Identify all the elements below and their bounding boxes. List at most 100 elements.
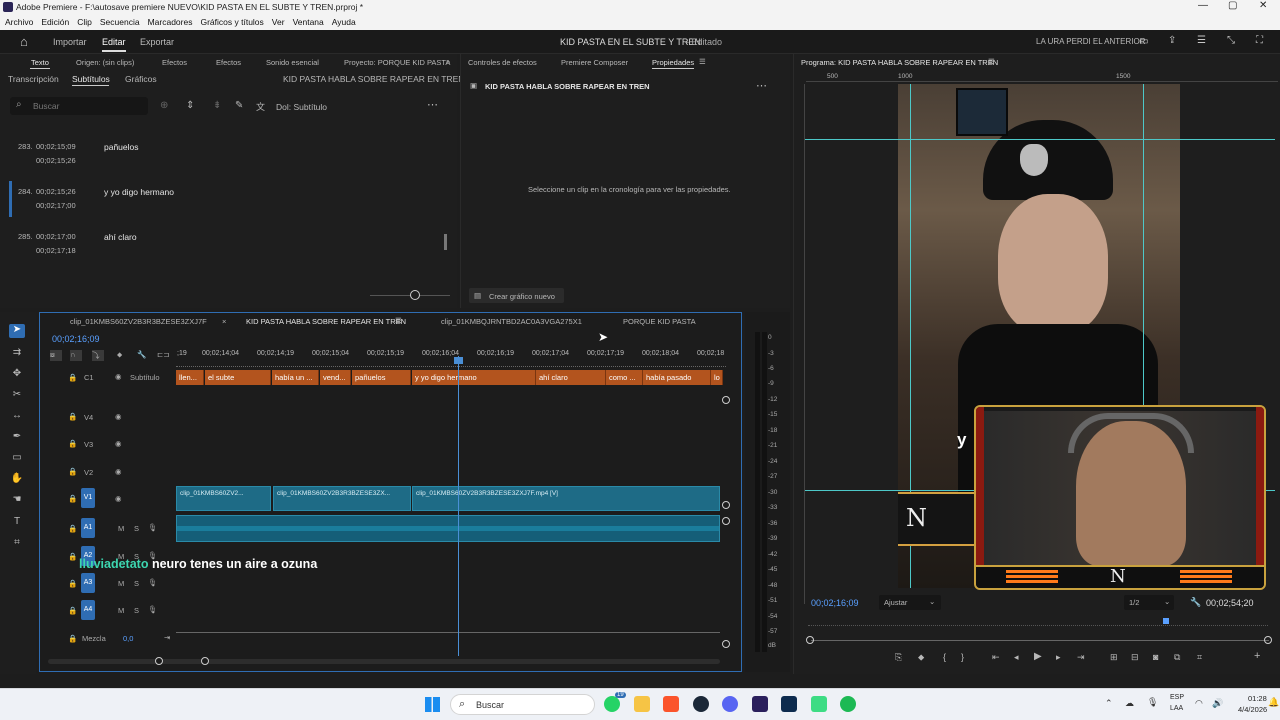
minimize-icon[interactable]: — <box>1198 0 1208 11</box>
lock-icon[interactable]: 🔒 <box>68 634 77 643</box>
caption-list-item[interactable]: 285. 00;02;17;00 00;02;17;18 ahí claro <box>0 226 440 262</box>
workspace-label[interactable]: LA URA PERDI EL ANTERIOR <box>1036 37 1146 46</box>
fullscreen-icon[interactable]: ⛶ <box>1256 35 1263 46</box>
split-caption-icon[interactable]: ⇕ <box>186 100 194 111</box>
close-icon[interactable]: ✕ <box>1259 0 1267 11</box>
horizontal-scrollbar[interactable] <box>48 659 720 664</box>
panel-icon[interactable]: ▭ <box>1139 36 1148 47</box>
microphone-icon[interactable]: 🎙 <box>148 578 158 587</box>
clock-time[interactable]: 01:28 <box>1248 694 1267 703</box>
program-menu-icon[interactable]: ☰ <box>988 57 995 66</box>
timeline-timecode[interactable]: 00;02;16;09 <box>52 334 100 344</box>
caption-text[interactable]: pañuelos <box>104 142 139 152</box>
caption-text[interactable]: ahí claro <box>104 232 137 242</box>
program-timecode[interactable]: 00;02;16;09 <box>811 598 859 608</box>
caption-list-item-selected[interactable]: 284. 00;02;15;26 00;02;17;00 y yo digo h… <box>0 181 440 217</box>
program-scrub-bar[interactable] <box>811 640 1269 641</box>
playhead[interactable] <box>458 356 459 656</box>
hand-icon[interactable]: ✋ <box>9 473 25 487</box>
eye-icon[interactable]: ◉ <box>115 372 122 381</box>
discord-icon[interactable] <box>722 696 738 712</box>
lock-icon[interactable]: 🔒 <box>68 412 77 421</box>
tray-chevron-icon[interactable]: ⌃ <box>1105 698 1113 709</box>
compare-icon[interactable]: ⧉ <box>1174 652 1180 663</box>
zoom-slider-handle[interactable] <box>410 290 420 300</box>
lock-icon[interactable]: 🔒 <box>68 467 77 476</box>
type-icon[interactable]: T <box>9 516 25 530</box>
insert-icon[interactable]: ⤵ <box>92 350 104 361</box>
caption-clip[interactable]: ahí claro <box>536 370 606 385</box>
caption-clip[interactable]: vend... <box>320 370 351 385</box>
premiere-icon[interactable] <box>752 696 768 712</box>
tray-lang1[interactable]: ESP <box>1170 694 1184 701</box>
folder-icon[interactable] <box>634 696 650 712</box>
whatsapp-icon[interactable] <box>604 696 620 712</box>
horizontal-scroll-end[interactable] <box>201 657 209 665</box>
caption-clip[interactable]: había pasado <box>643 370 711 385</box>
notification-bell-icon[interactable]: 🔔 <box>1268 697 1279 708</box>
selection-tool-icon[interactable]: ➤ <box>9 324 25 338</box>
extract-icon[interactable]: ⎘ <box>895 652 902 663</box>
link-icon[interactable]: ∩ <box>70 350 82 361</box>
timeline-tab-active[interactable]: KID PASTA HABLA SOBRE RAPEAR EN TREN <box>246 317 406 326</box>
ripple-edit-icon[interactable]: ✥ <box>9 368 25 382</box>
video-clip[interactable]: clip_01KMBS60ZV2... <box>176 486 271 511</box>
tab-proyecto[interactable]: Proyecto: PORQUE KID PASTA <box>344 58 450 67</box>
vertical-scroll-handle[interactable] <box>722 396 730 404</box>
tab-efectos[interactable]: Efectos <box>162 58 187 67</box>
go-to-in-icon[interactable]: ⇤ <box>992 652 1000 663</box>
tray-mic-icon[interactable]: 🎙 <box>1147 697 1158 708</box>
props-more-icon[interactable]: ⋯ <box>756 79 767 92</box>
subtab-transcripcion[interactable]: Transcripción <box>8 74 59 84</box>
scrub-start-handle[interactable] <box>806 636 814 644</box>
menu-edicion[interactable]: Edición <box>41 17 69 27</box>
solo-button[interactable]: S <box>134 579 139 588</box>
eye-icon[interactable]: ◉ <box>115 439 122 448</box>
microphone-icon[interactable]: 🎙 <box>148 523 158 532</box>
track-select-icon[interactable]: ⇉ <box>9 347 25 361</box>
menu-ventana[interactable]: Ventana <box>293 17 324 27</box>
marker-icon[interactable]: ⬥ <box>918 652 924 663</box>
windows-start-icon[interactable] <box>425 697 440 712</box>
caption-clip[interactable]: pañuelos <box>352 370 411 385</box>
tab-composer[interactable]: Premiere Composer <box>561 58 628 67</box>
wifi-icon[interactable]: ◠ <box>1195 698 1203 709</box>
steam-icon[interactable] <box>693 696 709 712</box>
maximize-icon[interactable]: ▢ <box>1228 0 1237 11</box>
clock-date[interactable]: 4/4/2026 <box>1238 705 1267 714</box>
caption-clip[interactable]: había un ... <box>272 370 319 385</box>
expand-icon[interactable]: ⤡ <box>1227 35 1235 46</box>
close-tab-icon[interactable]: × <box>222 317 226 326</box>
lock-icon[interactable]: 🔒 <box>68 606 77 615</box>
track-target-a1[interactable]: A1 <box>81 518 95 538</box>
caption-list-item[interactable]: 283. 00;02;15;09 00;02;15;26 pañuelos <box>0 136 440 172</box>
create-graphic-button[interactable]: ▤ Crear gráfico nuevo <box>469 288 564 303</box>
vr-icon[interactable]: ⌗ <box>1197 652 1202 663</box>
menu-archivo[interactable]: Archivo <box>5 17 33 27</box>
timeline-tab[interactable]: clip_01KMBS60ZV2B3R3BZESE3ZXJ7F <box>70 317 207 326</box>
captions-icon[interactable]: ⊏⊐ <box>157 350 170 359</box>
scrub-end-handle[interactable] <box>1264 636 1272 644</box>
tab-texto[interactable]: Texto <box>31 58 49 67</box>
android-icon[interactable] <box>811 696 827 712</box>
go-to-out-icon[interactable]: ⇥ <box>1077 652 1085 663</box>
taskbar-search[interactable]: ⌕ Buscar <box>450 694 595 715</box>
wrench-icon[interactable]: 🔧 <box>1190 597 1201 608</box>
add-caption-icon[interactable]: ⊕ <box>160 100 168 111</box>
mute-button[interactable]: M <box>118 524 124 533</box>
add-marker-icon[interactable]: ⬥ <box>117 350 122 360</box>
menu-secuencia[interactable]: Secuencia <box>100 17 140 27</box>
tray-lang2[interactable]: LAA <box>1170 705 1183 712</box>
mix-end-icon[interactable]: ⇥ <box>164 633 170 642</box>
vertical-scroll-handle[interactable] <box>722 517 730 525</box>
video-clip[interactable]: clip_01KMBS60ZV2B3R3BZESE3ZX... <box>273 486 411 511</box>
menu-marcadores[interactable]: Marcadores <box>148 17 193 27</box>
quality-select[interactable]: 1/2 ⌄ <box>1124 595 1174 610</box>
lock-icon[interactable]: 🔒 <box>68 494 77 503</box>
snap-icon[interactable]: ⧇ <box>50 350 62 361</box>
menu-lines-icon[interactable]: ☰ <box>1197 35 1206 46</box>
subtab-graficos[interactable]: Gráficos <box>125 74 157 84</box>
menu-ayuda[interactable]: Ayuda <box>332 17 356 27</box>
mix-value[interactable]: 0,0 <box>123 634 133 643</box>
eye-icon[interactable]: ◉ <box>115 412 122 421</box>
